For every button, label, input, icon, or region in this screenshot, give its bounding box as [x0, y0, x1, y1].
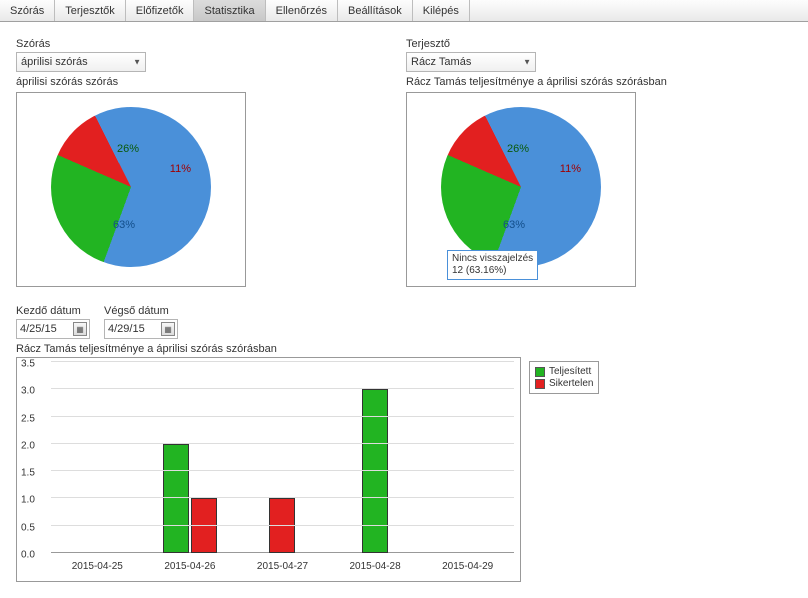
legend-row-sikertelen: Sikertelen — [535, 378, 593, 389]
left-chart-title: áprilisi szórás szórás — [16, 76, 246, 88]
content-area: Szórás áprilisi szórás ▼ áprilisi szórás… — [0, 22, 808, 598]
y-tick: 2.5 — [21, 413, 35, 424]
y-tick: 1.0 — [21, 495, 35, 506]
bar-chart: 0.00.51.01.52.02.53.03.5 2015-04-252015-… — [16, 357, 521, 582]
pie-label-green: 26% — [507, 143, 529, 155]
x-label: 2015-04-26 — [144, 561, 237, 575]
y-axis: 0.0 0.5 1.0 1.5 2.0 2.5 3.0 3.5 — [17, 358, 47, 558]
left-pie-chart: 26% 11% 63% — [16, 92, 246, 287]
end-date-input[interactable]: 4/29/15 ▦ — [104, 319, 178, 339]
pie-graphic — [441, 107, 601, 267]
calendar-icon[interactable]: ▦ — [161, 322, 175, 336]
x-label: 2015-04-29 — [421, 561, 514, 575]
y-tick: 0.5 — [21, 522, 35, 533]
gridline — [51, 470, 514, 471]
tab-kilépés[interactable]: Kilépés — [413, 0, 470, 21]
tooltip-line1: Nincs visszajelzés — [452, 253, 533, 265]
pie-graphic — [51, 107, 211, 267]
chevron-down-icon: ▼ — [523, 58, 531, 67]
bar-legend: Teljesített Sikertelen — [529, 361, 599, 394]
y-tick: 1.5 — [21, 468, 35, 479]
pie-label-green: 26% — [117, 143, 139, 155]
tab-beállítások[interactable]: Beállítások — [338, 0, 413, 21]
date-row: Kezdő dátum 4/25/15 ▦ Végső dátum 4/29/1… — [16, 305, 792, 339]
pie-wrap: 26% 11% 63% — [51, 107, 211, 267]
szoras-dropdown-value: áprilisi szórás — [21, 56, 88, 68]
gridline — [51, 497, 514, 498]
tab-statisztika[interactable]: Statisztika — [194, 0, 265, 21]
right-pie-chart: 26% 11% 63% Nincs visszajelzés 12 (63.16… — [406, 92, 636, 287]
end-date-label: Végső dátum — [104, 305, 178, 317]
pie-label-blue: 63% — [503, 219, 525, 231]
pie-label-red: 11% — [560, 163, 581, 175]
tab-ellenőrzés[interactable]: Ellenőrzés — [266, 0, 338, 21]
start-date-value: 4/25/15 — [20, 323, 57, 335]
x-label: 2015-04-27 — [236, 561, 329, 575]
tab-terjesztők[interactable]: Terjesztők — [55, 0, 126, 21]
left-panel: Szórás áprilisi szórás ▼ áprilisi szórás… — [16, 38, 246, 287]
bar — [269, 498, 295, 553]
gridline — [51, 443, 514, 444]
end-date-value: 4/29/15 — [108, 323, 145, 335]
bar-chart-area: 0.00.51.01.52.02.53.03.5 2015-04-252015-… — [16, 357, 792, 582]
right-chart-title: Rácz Tamás teljesítménye a áprilisi szór… — [406, 76, 667, 88]
gridline — [51, 416, 514, 417]
terjeszto-dropdown[interactable]: Rácz Tamás ▼ — [406, 52, 536, 72]
pie-label-red: 11% — [170, 163, 191, 175]
x-axis-labels: 2015-04-252015-04-262015-04-272015-04-28… — [51, 561, 514, 575]
terjeszto-dropdown-value: Rácz Tamás — [411, 56, 471, 68]
legend-label-green: Teljesített — [549, 366, 591, 377]
pie-tooltip: Nincs visszajelzés 12 (63.16%) — [447, 250, 538, 280]
pie-label-blue: 63% — [113, 219, 135, 231]
gridline — [51, 388, 514, 389]
legend-row-teljesitett: Teljesített — [535, 366, 593, 377]
y-tick: 2.0 — [21, 440, 35, 451]
pie-wrap: 26% 11% 63% — [441, 107, 601, 267]
szoras-dropdown[interactable]: áprilisi szórás ▼ — [16, 52, 146, 72]
plot-area — [51, 364, 514, 553]
y-tick: 3.0 — [21, 386, 35, 397]
legend-swatch-green — [535, 367, 545, 377]
chevron-down-icon: ▼ — [133, 58, 141, 67]
x-label: 2015-04-25 — [51, 561, 144, 575]
szoras-label: Szórás — [16, 38, 246, 50]
tooltip-line2: 12 (63.16%) — [452, 265, 533, 277]
right-panel: Terjesztő Rácz Tamás ▼ Rácz Tamás teljes… — [406, 38, 667, 287]
y-tick: 3.5 — [21, 359, 35, 370]
gridline — [51, 525, 514, 526]
terjeszto-label: Terjesztő — [406, 38, 667, 50]
legend-label-red: Sikertelen — [549, 378, 593, 389]
bar-chart-title: Rácz Tamás teljesítménye a áprilisi szór… — [16, 343, 792, 355]
calendar-icon[interactable]: ▦ — [73, 322, 87, 336]
start-date-input[interactable]: 4/25/15 ▦ — [16, 319, 90, 339]
tab-előfizetők[interactable]: Előfizetők — [126, 0, 195, 21]
gridline — [51, 361, 514, 362]
legend-swatch-red — [535, 379, 545, 389]
x-label: 2015-04-28 — [329, 561, 422, 575]
tab-bar: SzórásTerjesztőkElőfizetőkStatisztikaEll… — [0, 0, 808, 22]
y-tick: 0.0 — [21, 550, 35, 561]
tab-szórás[interactable]: Szórás — [0, 0, 55, 21]
bar — [191, 498, 217, 553]
start-date-label: Kezdő dátum — [16, 305, 90, 317]
